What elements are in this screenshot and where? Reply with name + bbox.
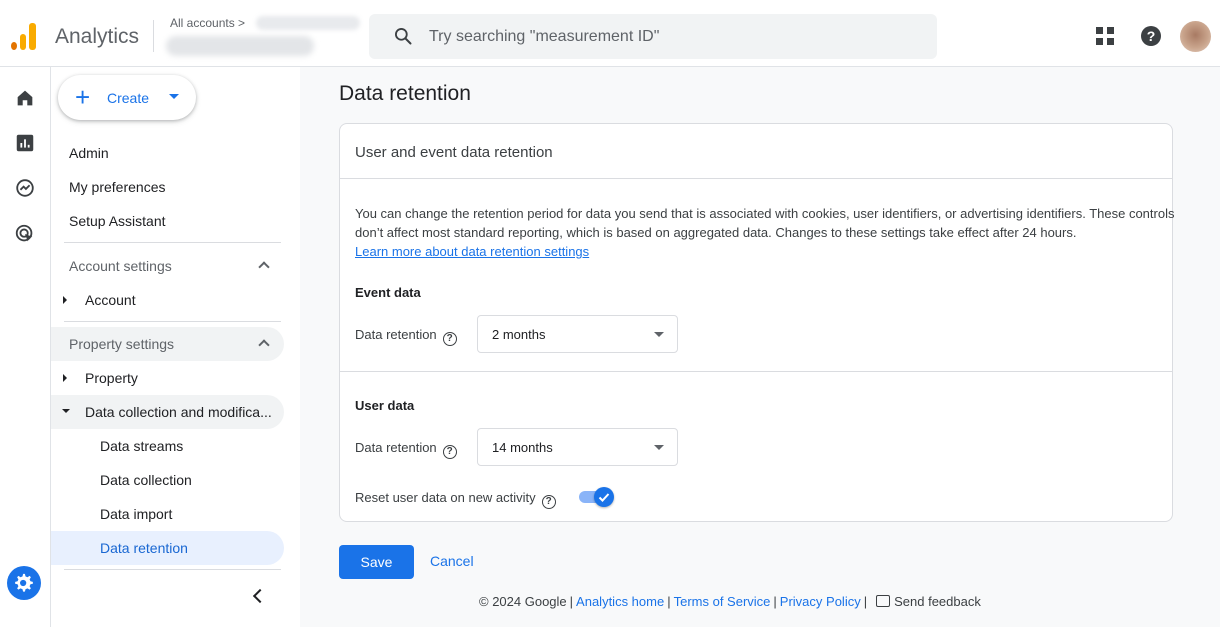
- sidebar-section-property-settings[interactable]: Property settings: [69, 336, 174, 352]
- card-title: User and event data retention: [355, 144, 553, 161]
- avatar[interactable]: [1180, 21, 1211, 52]
- toggle-knob: [594, 487, 614, 507]
- footer-privacy-link[interactable]: Privacy Policy: [780, 594, 861, 609]
- advertising-icon[interactable]: [14, 223, 36, 245]
- header-divider: [153, 20, 154, 52]
- sidebar-item-my-preferences[interactable]: My preferences: [69, 179, 165, 195]
- dropdown-arrow-icon: [654, 445, 664, 450]
- event-data-retention-select[interactable]: 2 months: [477, 315, 678, 353]
- analytics-logo-icon[interactable]: [11, 22, 39, 50]
- dropdown-arrow-icon: [654, 332, 664, 337]
- caret-down-icon: [169, 94, 179, 99]
- app-title[interactable]: Analytics: [55, 25, 139, 49]
- help-icon[interactable]: ?: [1141, 26, 1161, 46]
- help-circle-icon[interactable]: ?: [442, 445, 457, 459]
- user-data-retention-label: Data retention?: [355, 440, 457, 459]
- footer-terms-link[interactable]: Terms of Service: [674, 594, 771, 609]
- feedback-icon[interactable]: [876, 595, 891, 607]
- expand-arrow-icon[interactable]: [63, 296, 67, 304]
- explore-icon[interactable]: [14, 177, 36, 199]
- account-breadcrumb[interactable]: All accounts >: [170, 16, 245, 30]
- reset-label-text: Reset user data on new activity: [355, 490, 536, 505]
- user-data-retention-select[interactable]: 14 months: [477, 428, 678, 466]
- event-data-heading: Event data: [355, 285, 421, 300]
- admin-sidebar: + Create Admin My preferences Setup Assi…: [51, 67, 300, 627]
- expand-arrow-icon[interactable]: [63, 374, 67, 382]
- event-data-retention-label: Data retention?: [355, 327, 457, 346]
- apps-grid-icon[interactable]: [1096, 27, 1114, 45]
- sidebar-item-data-retention[interactable]: Data retention: [100, 540, 188, 556]
- sidebar-item-property[interactable]: Property: [85, 370, 138, 386]
- sidebar-item-data-collection-modification[interactable]: Data collection and modifica...: [85, 404, 272, 420]
- user-retention-value: 14 months: [492, 440, 553, 455]
- collapse-arrow-icon[interactable]: [62, 409, 70, 413]
- card-divider: [340, 371, 1173, 372]
- event-retention-label-text: Data retention: [355, 327, 437, 342]
- reports-icon[interactable]: [14, 132, 36, 154]
- sidebar-item-data-collection[interactable]: Data collection: [100, 472, 192, 488]
- sidebar-item-admin[interactable]: Admin: [69, 145, 109, 161]
- cancel-button[interactable]: Cancel: [430, 553, 474, 569]
- help-circle-icon[interactable]: ?: [541, 495, 556, 509]
- retention-description: You can change the retention period for …: [355, 204, 1175, 261]
- footer-analytics-home-link[interactable]: Analytics home: [576, 594, 664, 609]
- redacted-property-name[interactable]: [166, 36, 314, 56]
- create-button[interactable]: + Create: [58, 75, 196, 120]
- redacted-account-name: [256, 16, 360, 30]
- sidebar-section-account-settings[interactable]: Account settings: [69, 258, 172, 274]
- save-button[interactable]: Save: [339, 545, 414, 579]
- sidebar-divider: [64, 242, 281, 243]
- home-icon[interactable]: [14, 87, 36, 109]
- sidebar-item-data-streams[interactable]: Data streams: [100, 438, 183, 454]
- event-retention-value: 2 months: [492, 327, 546, 342]
- search-icon: [395, 28, 412, 45]
- page-title: Data retention: [339, 82, 471, 105]
- create-button-label: Create: [107, 90, 150, 106]
- reset-user-data-toggle[interactable]: [579, 486, 615, 508]
- sidebar-item-setup-assistant[interactable]: Setup Assistant: [69, 213, 166, 229]
- user-data-heading: User data: [355, 398, 415, 413]
- retention-settings-card: User and event data retention You can ch…: [339, 123, 1175, 522]
- user-retention-label-text: Data retention: [355, 440, 437, 455]
- sidebar-item-data-import[interactable]: Data import: [100, 506, 172, 522]
- footer-send-feedback[interactable]: Send feedback: [894, 594, 981, 609]
- admin-settings-gear-icon[interactable]: [7, 566, 41, 600]
- left-nav-rail: [0, 67, 51, 627]
- learn-more-link[interactable]: Learn more about data retention settings: [355, 244, 589, 259]
- search-placeholder: Try searching "measurement ID": [429, 28, 660, 45]
- help-circle-icon[interactable]: ?: [442, 332, 457, 346]
- sidebar-item-account[interactable]: Account: [85, 292, 136, 308]
- search-input[interactable]: Try searching "measurement ID": [369, 14, 937, 59]
- page-footer: © 2024 Google | Analytics home | Terms of Se…: [479, 594, 981, 609]
- check-icon: [598, 493, 610, 502]
- collapse-sidebar-chevron-icon[interactable]: [252, 588, 268, 604]
- plus-icon: +: [75, 82, 91, 112]
- chevron-up-icon[interactable]: [258, 261, 270, 273]
- top-app-bar: Analytics All accounts > Try searching "…: [0, 0, 1220, 67]
- sidebar-divider: [64, 321, 281, 322]
- card-divider: [340, 178, 1173, 179]
- retention-description-text: You can change the retention period for …: [355, 206, 1175, 240]
- reset-user-data-label: Reset user data on new activity?: [355, 490, 556, 509]
- footer-copyright: © 2024 Google: [479, 594, 567, 609]
- sidebar-divider: [64, 569, 281, 570]
